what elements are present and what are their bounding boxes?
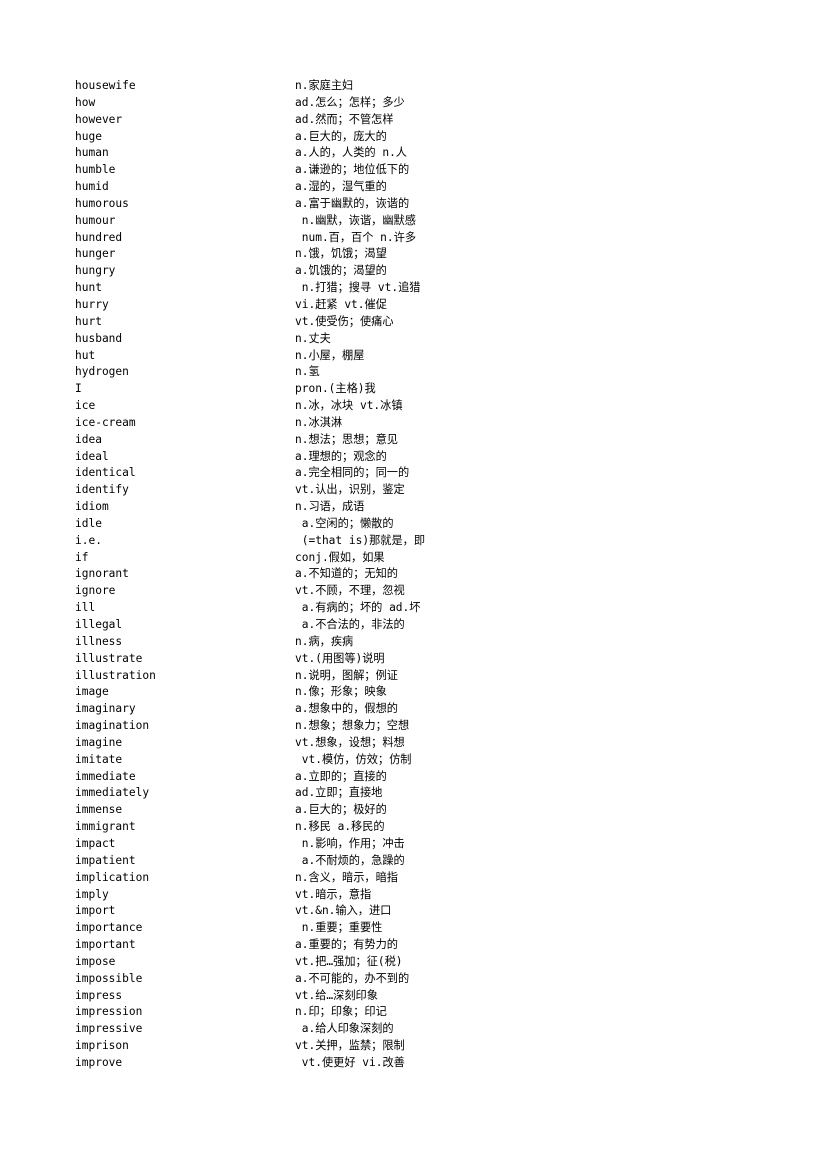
vocabulary-entry-row: humour n.幽默，诙谐，幽默感	[75, 211, 475, 228]
vocabulary-entry-row: idle a.空闲的；懒散的	[75, 514, 475, 531]
vocabulary-entry-row: ill a.有病的；坏的 ad.坏	[75, 598, 475, 615]
vocabulary-entry-row: immediately ad.立即；直接地	[75, 783, 475, 800]
vocabulary-entry-row: illness n.病，疾病	[75, 632, 475, 649]
vocabulary-entry-row: idiom n.习语，成语	[75, 497, 475, 514]
vocabulary-entry-row: improve vt.使更好 vi.改善	[75, 1053, 475, 1070]
vocabulary-entry-row: impatient a.不耐烦的，急躁的	[75, 851, 475, 868]
vocabulary-entry-row: immediate a.立即的；直接的	[75, 767, 475, 784]
vocabulary-entry-row: impossible a.不可能的，办不到的	[75, 969, 475, 986]
vocabulary-entry-row: impression n.印；印象；印记	[75, 1002, 475, 1019]
vocabulary-entry-row: if conj.假如，如果	[75, 548, 475, 565]
vocabulary-entry-row: imagine vt.想象，设想；料想	[75, 733, 475, 750]
entry-definition: vt.使更好 vi.改善	[295, 1055, 405, 1069]
document-page: housewife n.家庭主妇 how ad.怎么；怎样；多少 however ad.然…	[0, 0, 827, 1170]
vocabulary-entry-row: however ad.然而；不管怎样	[75, 110, 475, 127]
vocabulary-entry-row: illustration n.说明，图解；例证	[75, 666, 475, 683]
vocabulary-entry-row: immense a.巨大的；极好的	[75, 800, 475, 817]
vocabulary-entry-row: humid a.湿的，湿气重的	[75, 177, 475, 194]
vocabulary-entry-row: illegal a.不合法的，非法的	[75, 615, 475, 632]
vocabulary-entry-row: hundred num.百，百个 n.许多	[75, 228, 475, 245]
vocabulary-entry-row: implication n.含义，暗示，暗指	[75, 868, 475, 885]
entry-word: improve	[75, 1055, 123, 1069]
vocabulary-entry-row: impact n.影响，作用；冲击	[75, 834, 475, 851]
vocabulary-entry-row: important a.重要的；有势力的	[75, 935, 475, 952]
vocabulary-entry-row: human a.人的，人类的 n.人	[75, 143, 475, 160]
vocabulary-entry-row: illustrate vt.(用图等)说明	[75, 649, 475, 666]
vocabulary-entry-row: hungry a.饥饿的；渴望的	[75, 261, 475, 278]
vocabulary-entry-row: husband n.丈夫	[75, 329, 475, 346]
vocabulary-entry-row: image n.像；形象；映象	[75, 682, 475, 699]
vocabulary-entry-row: how ad.怎么；怎样；多少	[75, 93, 475, 110]
vocabulary-entry-row: huge a.巨大的，庞大的	[75, 127, 475, 144]
vocabulary-entry-row: hut n.小屋，棚屋	[75, 346, 475, 363]
vocabulary-entry-row: idea n.想法；思想；意见	[75, 430, 475, 447]
vocabulary-entry-list: housewife n.家庭主妇 how ad.怎么；怎样；多少 however ad.然…	[75, 76, 475, 1070]
vocabulary-entry-row: ignore vt.不顾，不理，忽视	[75, 581, 475, 598]
vocabulary-entry-row: hydrogen n.氢	[75, 362, 475, 379]
vocabulary-entry-row: imitate vt.模仿，仿效；仿制	[75, 750, 475, 767]
vocabulary-entry-row: import vt.&n.输入，进口	[75, 901, 475, 918]
vocabulary-entry-row: housewife n.家庭主妇	[75, 76, 475, 93]
vocabulary-entry-row: hunger n.饿，饥饿；渴望	[75, 244, 475, 261]
vocabulary-entry-row: hunt n.打猎；搜寻 vt.追猎	[75, 278, 475, 295]
vocabulary-entry-row: imply vt.暗示，意指	[75, 885, 475, 902]
vocabulary-entry-row: ignorant a.不知道的；无知的	[75, 564, 475, 581]
vocabulary-entry-row: humble a.谦逊的；地位低下的	[75, 160, 475, 177]
vocabulary-entry-row: identify vt.认出，识别，鉴定	[75, 480, 475, 497]
vocabulary-entry-row: imagination n.想象；想象力；空想	[75, 716, 475, 733]
vocabulary-entry-row: importance n.重要；重要性	[75, 918, 475, 935]
vocabulary-entry-row: impose vt.把…强加；征(税)	[75, 952, 475, 969]
vocabulary-entry-row: identical a.完全相同的；同一的	[75, 463, 475, 480]
vocabulary-entry-row: imprison vt.关押，监禁；限制	[75, 1036, 475, 1053]
vocabulary-entry-row: impress vt.给…深刻印象	[75, 986, 475, 1003]
vocabulary-entry-row: impressive a.给人印象深刻的	[75, 1019, 475, 1036]
vocabulary-entry-row: immigrant n.移民 a.移民的	[75, 817, 475, 834]
vocabulary-entry-row: ice n.冰，冰块 vt.冰镇	[75, 396, 475, 413]
vocabulary-entry-row: Ipron.(主格)我	[75, 379, 475, 396]
vocabulary-entry-row: ideal a.理想的；观念的	[75, 447, 475, 464]
vocabulary-entry-row: ice-cream n.冰淇淋	[75, 413, 475, 430]
vocabulary-entry-row: hurt vt.使受伤；使痛心	[75, 312, 475, 329]
vocabulary-entry-row: i.e. (=that is)那就是，即	[75, 531, 475, 548]
vocabulary-entry-row: hurry vi.赶紧 vt.催促	[75, 295, 475, 312]
vocabulary-entry-row: humorous a.富于幽默的，诙谐的	[75, 194, 475, 211]
vocabulary-entry-row: imaginary a.想象中的，假想的	[75, 699, 475, 716]
